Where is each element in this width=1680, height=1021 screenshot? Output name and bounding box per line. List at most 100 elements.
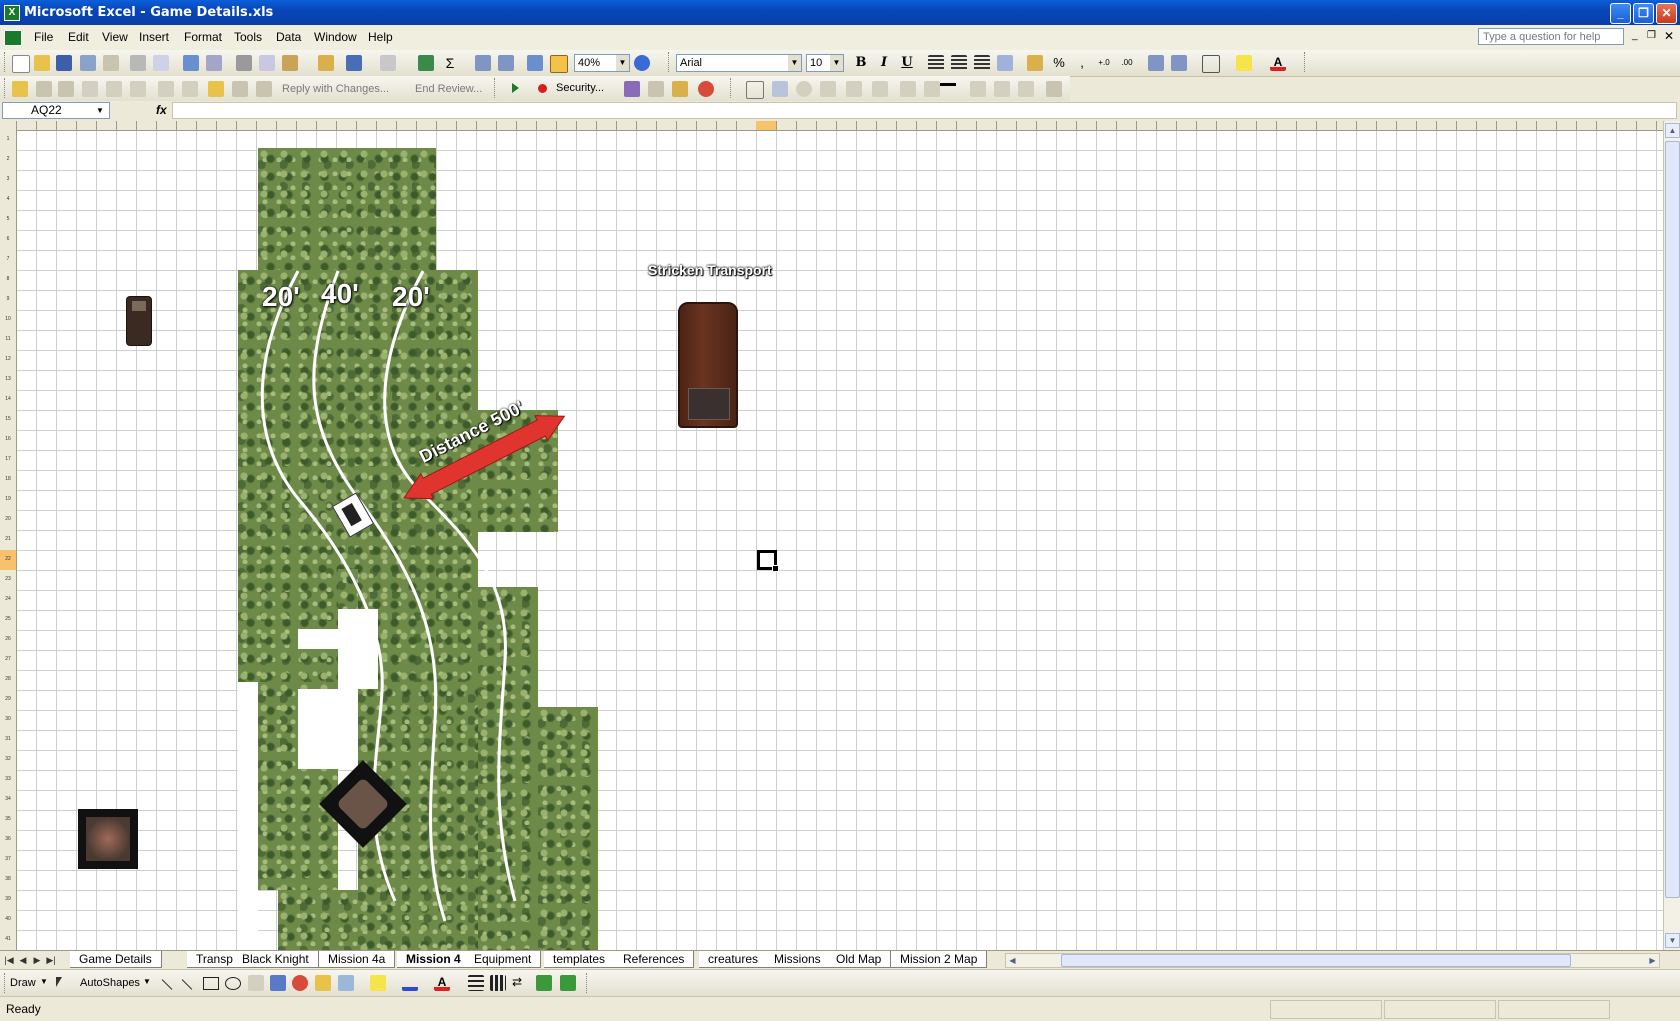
spelling-icon[interactable] [183,55,199,71]
font-color-icon[interactable]: A [434,975,450,991]
maximize-button[interactable]: ❐ [1633,3,1654,24]
prev-sheet-icon[interactable]: ◀ [18,953,28,967]
toolbar-grip[interactable] [494,78,498,98]
path-label-left[interactable]: 20' [262,281,300,313]
previous-comment-icon[interactable] [82,81,98,97]
sheet-tab-mission-4a[interactable]: Mission 4a [319,951,396,968]
workbook-icon[interactable] [4,30,22,46]
dash-style-icon[interactable] [490,975,506,991]
sheet-tab-old-map[interactable]: Old Map [827,951,892,968]
increase-decimal-icon[interactable]: +.0 [1096,55,1112,71]
diagram-icon[interactable] [292,975,308,991]
open-icon[interactable] [34,55,50,71]
sheet-tab-mission-4[interactable]: Mission 4 [397,951,471,968]
fill-color-icon[interactable] [1236,55,1252,71]
doc-minimize-button[interactable]: _ [1632,30,1638,41]
highlight-icon[interactable] [208,81,224,97]
toolbar-grip[interactable] [4,52,8,72]
help-icon[interactable] [634,55,650,71]
font-size-select[interactable]: 10 ▼ [806,54,844,72]
currency-icon[interactable] [1027,55,1043,71]
walker-vehicle-icon[interactable] [78,809,138,869]
sheet-tab-equipment[interactable]: Equipment [465,951,542,968]
run-macro-icon[interactable] [512,83,519,93]
line-color-icon[interactable] [402,975,418,991]
picture-icon[interactable] [338,975,354,991]
sort-ascending-icon[interactable] [475,55,491,71]
line-style-icon[interactable] [468,975,484,991]
vertical-scrollbar[interactable]: ▲ ▼ [1663,121,1680,950]
comment-icon[interactable] [36,81,52,97]
copy-icon[interactable] [259,55,275,71]
3d-icon[interactable] [560,975,576,991]
form-list-icon[interactable] [846,81,862,97]
menu-data[interactable]: Data [276,30,301,44]
scroll-down-icon[interactable]: ▼ [1665,933,1680,948]
sheet-tab-creatures[interactable]: creatures [699,951,769,968]
arrow-icon[interactable] [181,979,193,990]
chevron-down-icon[interactable]: ▼ [616,55,629,71]
borders-icon[interactable] [1202,55,1220,73]
font-color-icon[interactable]: A [1270,55,1286,71]
scroll-right-icon[interactable]: ▶ [1646,954,1659,967]
reset-picture-icon[interactable] [1046,81,1062,97]
align-center-icon[interactable] [951,55,967,71]
send-icon[interactable] [256,81,272,97]
path-lines[interactable] [0,121,1663,950]
toolbar-grip[interactable] [586,973,590,993]
align-left-icon[interactable] [928,55,944,71]
menu-view[interactable]: View [102,30,128,44]
insert-function-button[interactable]: fx [156,103,167,117]
arrow-style-icon[interactable]: ⇄ [512,975,528,991]
close-button[interactable]: ✕ [1656,3,1677,24]
decrease-indent-icon[interactable] [1148,55,1164,71]
transport-label[interactable]: Stricken Transport [648,262,772,278]
fill-color-icon[interactable] [370,975,386,991]
visual-basic-icon[interactable] [624,81,640,97]
undo-icon[interactable] [346,55,362,71]
form-label-icon[interactable] [746,81,764,99]
show-comment-icon[interactable] [130,81,146,97]
distribute-objects-icon[interactable] [924,81,940,97]
path-label-right[interactable]: 20' [392,281,430,313]
delete-comment-icon[interactable] [158,81,174,97]
toolbar-grip[interactable] [668,52,672,72]
chevron-down-icon[interactable]: ▼ [96,106,104,115]
excel-icon[interactable]: X [4,5,20,21]
permission-icon[interactable] [80,55,96,71]
bold-button[interactable]: B [852,54,870,72]
form-checkbox-icon[interactable] [820,81,836,97]
line-style-icon[interactable] [940,83,956,86]
toolbar-grip[interactable] [1304,52,1308,72]
form-combo-icon[interactable] [872,81,888,97]
small-vehicle-icon[interactable] [126,296,152,346]
paste-icon[interactable] [282,55,298,71]
chevron-down-icon[interactable]: ▼ [788,55,801,71]
textbox-icon[interactable] [248,975,264,991]
autoshapes-menu-button[interactable]: AutoShapes [80,977,140,989]
merge-center-icon[interactable] [997,55,1013,71]
redo-icon[interactable] [380,55,396,71]
hyperlink-icon[interactable] [418,55,434,71]
chevron-down-icon[interactable]: ▼ [40,977,48,986]
sheet-tab-game-details[interactable]: Game Details [70,951,162,968]
percent-button[interactable]: % [1050,54,1068,72]
menu-window[interactable]: Window [314,30,357,44]
last-sheet-icon[interactable]: ▶| [46,953,56,967]
decrease-decimal-icon[interactable]: .00 [1119,55,1135,71]
help-search-input[interactable]: Type a question for help [1478,28,1624,45]
research-icon[interactable] [206,55,222,71]
sheet-tab-references[interactable]: References [614,951,695,968]
menu-format[interactable]: Format [184,30,222,44]
doc-close-button[interactable]: ✕ [1664,29,1674,43]
drawing-icon[interactable] [550,55,568,73]
form-button-icon[interactable] [772,81,788,97]
align-right-icon[interactable] [974,55,990,71]
horizontal-scrollbar[interactable]: ◀ ▶ [1005,953,1660,968]
rectangle-icon[interactable] [203,977,219,990]
menu-insert[interactable]: Insert [139,30,169,44]
new-icon[interactable] [12,55,30,73]
reply-with-changes-button[interactable]: Reply with Changes... [282,83,389,95]
first-sheet-icon[interactable]: |◀ [4,953,14,967]
comment-edit-icon[interactable] [58,81,74,97]
